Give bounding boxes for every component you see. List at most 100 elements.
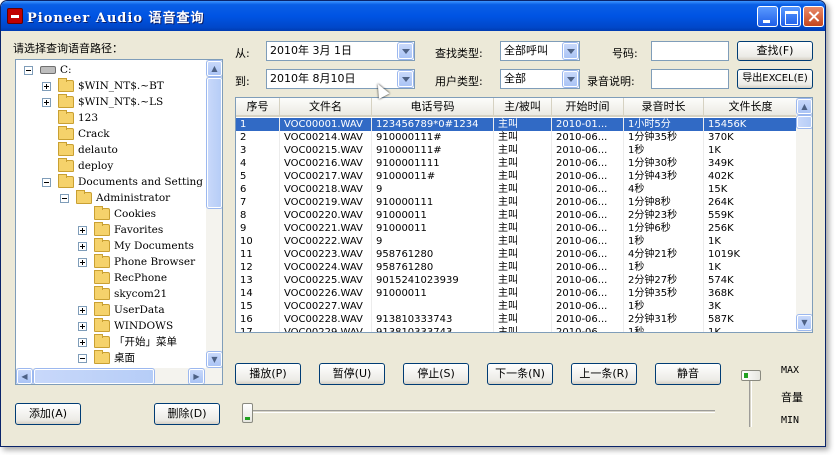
expand-icon[interactable] — [78, 226, 87, 235]
table-row[interactable]: 9 VOC00221.WAV 91000011 主叫 2010-06... 1分钟6秒 25… — [236, 222, 798, 235]
mute-button[interactable]: 静音 — [655, 363, 721, 385]
tree-item[interactable]: delauto — [16, 142, 206, 158]
expand-icon[interactable] — [42, 82, 51, 91]
table-row[interactable]: 7 VOC00219.WAV 910000111 主叫 2010-06... 1分钟8秒 2… — [236, 196, 798, 209]
tree-item[interactable]: Administrator — [16, 190, 206, 206]
volume-slider-thumb[interactable] — [741, 370, 761, 381]
table-row[interactable]: 17 VOC00229.WAV 913810333743 主叫 2010-06... 1秒… — [236, 326, 798, 332]
prev-button[interactable]: 上一条(R) — [571, 363, 637, 385]
expand-icon[interactable] — [78, 322, 87, 331]
chevron-down-icon[interactable] — [397, 42, 414, 60]
from-date-picker[interactable]: 2010年 3月 1日 — [266, 41, 415, 61]
user-type-select[interactable]: 全部 — [500, 69, 580, 89]
tree-item[interactable]: My Documents — [16, 238, 206, 254]
table-cell: 370K — [704, 131, 798, 144]
chevron-down-icon[interactable] — [562, 42, 579, 60]
expand-icon[interactable] — [78, 306, 87, 315]
delete-button[interactable]: 删除(D) — [154, 403, 220, 425]
table-row[interactable]: 4 VOC00216.WAV 9100001111 主叫 2010-06... 1分钟30… — [236, 157, 798, 170]
title-bar[interactable]: Pioneer Audio 语音查询 — [1, 1, 825, 31]
column-header[interactable]: 主/被叫 — [494, 98, 552, 115]
table-row[interactable]: 10 VOC00222.WAV 9 主叫 2010-06... 1秒 1K — [236, 235, 798, 248]
recordings-table[interactable]: 序号 文件名 电话号码 主/被叫 开始时间 录音时长 文件长度 1 VOC00001.WAV 1… — [235, 97, 813, 333]
column-header[interactable]: 文件名 — [280, 98, 372, 115]
tree-scroll-down-icon[interactable]: ▼ — [206, 351, 222, 368]
table-row[interactable]: 16 VOC00228.WAV 913810333743 主叫 2010-06... 2分… — [236, 313, 798, 326]
column-header[interactable]: 文件长度 — [704, 98, 798, 115]
column-header[interactable]: 录音时长 — [624, 98, 704, 115]
folder-tree[interactable]: C: $WIN_NT$.~BT $WIN_NT$.~LS 123 Crack delaut… — [15, 59, 223, 385]
progress-slider-thumb[interactable] — [242, 403, 253, 423]
table-row[interactable]: 13 VOC00225.WAV 9015241023939 主叫 2010-06... 2… — [236, 274, 798, 287]
table-scroll-down-icon[interactable]: ▼ — [796, 314, 812, 331]
table-vertical-scrollbar[interactable]: ▲ ▼ — [796, 98, 812, 332]
progress-slider-track[interactable] — [244, 410, 715, 413]
tree-item[interactable]: deploy — [16, 158, 206, 174]
expand-icon[interactable] — [78, 338, 87, 347]
expand-icon[interactable] — [42, 98, 51, 107]
table-row[interactable]: 6 VOC00218.WAV 9 主叫 2010-06... 4秒 15K — [236, 183, 798, 196]
pause-button[interactable]: 暂停(U) — [319, 363, 385, 385]
number-input[interactable] — [651, 41, 729, 61]
column-header[interactable]: 序号 — [236, 98, 280, 115]
maximize-button[interactable] — [780, 6, 801, 27]
tree-item[interactable]: WINDOWS — [16, 318, 206, 334]
next-button[interactable]: 下一条(N) — [487, 363, 553, 385]
chevron-down-icon[interactable] — [397, 70, 414, 88]
add-button[interactable]: 添加(A) — [15, 403, 81, 425]
tree-item[interactable]: C: — [16, 62, 206, 78]
collapse-icon[interactable] — [42, 178, 51, 187]
tree-item[interactable]: Documents and Setting — [16, 174, 206, 190]
tree-item[interactable]: $WIN_NT$.~BT — [16, 78, 206, 94]
tree-vertical-scrollbar[interactable]: ▲ ▼ — [206, 60, 222, 384]
column-header[interactable]: 电话号码 — [372, 98, 494, 115]
table-scroll-up-icon[interactable]: ▲ — [796, 98, 812, 115]
tree-item[interactable]: 「开始」菜单 — [16, 334, 206, 350]
tree-scroll-left-icon[interactable]: ◀ — [16, 368, 33, 384]
table-row[interactable]: 3 VOC00215.WAV 910000111# 主叫 2010-06... 1秒 1K — [236, 144, 798, 157]
column-header[interactable]: 开始时间 — [552, 98, 624, 115]
table-cell: 主叫 — [494, 235, 552, 248]
table-row[interactable]: 15 VOC00227.WAV 主叫 2010-06... 1秒 3K — [236, 300, 798, 313]
export-excel-button[interactable]: 导出EXCEL(E) — [737, 69, 813, 89]
collapse-icon[interactable] — [60, 194, 69, 203]
tree-item[interactable]: Crack — [16, 126, 206, 142]
table-row[interactable]: 8 VOC00220.WAV 91000011 主叫 2010-06... 2分钟23秒 5… — [236, 209, 798, 222]
stop-button[interactable]: 停止(S) — [403, 363, 469, 385]
table-scroll-thumb[interactable] — [796, 115, 812, 129]
search-button[interactable]: 查找(F) — [737, 41, 813, 61]
table-cell: VOC00214.WAV — [280, 131, 372, 144]
tree-horizontal-scrollbar[interactable]: ◀ ▶ — [16, 368, 206, 384]
tree-item[interactable]: RecPhone — [16, 270, 206, 286]
tree-scroll-right-icon[interactable]: ▶ — [188, 368, 205, 384]
table-row[interactable]: 2 VOC00214.WAV 910000111# 主叫 2010-06... 1分钟35… — [236, 131, 798, 144]
tree-scroll-up-icon[interactable]: ▲ — [206, 60, 222, 77]
minimize-button[interactable] — [757, 6, 778, 27]
collapse-icon[interactable] — [24, 66, 33, 75]
tree-scroll-thumb[interactable] — [206, 77, 222, 209]
tree-item[interactable]: 123 — [16, 110, 206, 126]
tree-item[interactable]: $WIN_NT$.~LS — [16, 94, 206, 110]
expand-icon[interactable] — [78, 258, 87, 267]
close-button[interactable] — [803, 6, 824, 27]
tree-item[interactable]: Favorites — [16, 222, 206, 238]
play-button[interactable]: 播放(P) — [235, 363, 301, 385]
volume-slider-track[interactable] — [749, 373, 752, 427]
note-input[interactable] — [651, 69, 729, 89]
tree-item[interactable]: UserData — [16, 302, 206, 318]
search-type-select[interactable]: 全部呼叫 — [500, 41, 580, 61]
table-row[interactable]: 5 VOC00217.WAV 91000011# 主叫 2010-06... 1分钟43秒… — [236, 170, 798, 183]
tree-item[interactable]: 桌面 — [16, 350, 206, 366]
chevron-down-icon[interactable] — [562, 70, 579, 88]
to-date-picker[interactable]: 2010年 8月10日 — [266, 69, 415, 89]
tree-hscroll-thumb[interactable] — [33, 368, 155, 384]
tree-item[interactable]: Cookies — [16, 206, 206, 222]
collapse-icon[interactable] — [78, 354, 87, 363]
tree-item[interactable]: skycom21 — [16, 286, 206, 302]
table-row[interactable]: 11 VOC00223.WAV 958761280 主叫 2010-06... 4分钟21… — [236, 248, 798, 261]
table-row[interactable]: 1 VOC00001.WAV 123456789*0#1234 主叫 2010-01..… — [236, 118, 798, 131]
table-row[interactable]: 14 VOC00226.WAV 91000011 主叫 2010-06... 1分钟35秒… — [236, 287, 798, 300]
expand-icon[interactable] — [78, 242, 87, 251]
table-row[interactable]: 12 VOC00224.WAV 958761280 主叫 2010-06... 1秒 1K — [236, 261, 798, 274]
tree-item[interactable]: Phone Browser — [16, 254, 206, 270]
